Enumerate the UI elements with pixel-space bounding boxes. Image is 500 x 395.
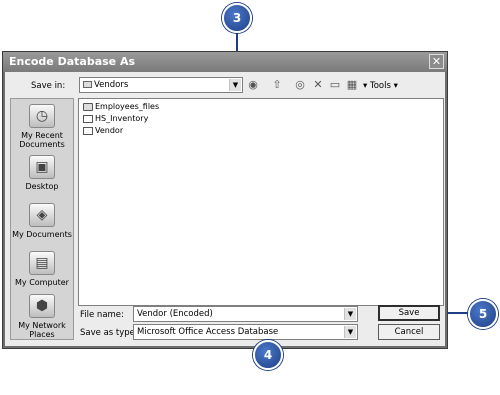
file-name-label: File name: bbox=[80, 310, 124, 320]
place-label: My Computer bbox=[15, 278, 69, 287]
chevron-down-icon[interactable]: ▼ bbox=[344, 326, 356, 338]
file-name: Vendor bbox=[95, 126, 124, 135]
save-in-dropdown[interactable]: Vendors ▼ bbox=[79, 77, 243, 93]
save-in-label: Save in: bbox=[31, 81, 66, 91]
search-web-icon[interactable]: ◎ bbox=[292, 78, 308, 92]
callout-3: 3 bbox=[222, 3, 252, 33]
file-name: Employees_files bbox=[95, 102, 160, 111]
new-folder-icon[interactable]: ▭ bbox=[327, 78, 343, 92]
place-my-recent-documents[interactable]: ◷ My Recent Documents bbox=[11, 104, 73, 149]
network-places-icon: ⬢ bbox=[29, 294, 55, 318]
place-my-network-places[interactable]: ⬢ My Network Places bbox=[11, 294, 73, 339]
database-file-icon bbox=[83, 114, 93, 123]
list-item[interactable]: Employees_files bbox=[83, 102, 159, 113]
my-computer-icon: ▤ bbox=[29, 251, 55, 275]
places-bar: ◷ My Recent Documents ▣ Desktop ◈ My Doc… bbox=[10, 98, 74, 340]
save-as-type-dropdown[interactable]: Microsoft Office Access Database ▼ bbox=[133, 324, 358, 340]
place-label: My Recent Documents bbox=[19, 131, 65, 149]
place-label: My Documents bbox=[12, 230, 72, 239]
close-button[interactable]: ✕ bbox=[429, 54, 444, 69]
place-desktop[interactable]: ▣ Desktop bbox=[11, 155, 73, 191]
up-folder-icon[interactable]: ⇧ bbox=[269, 78, 285, 92]
back-icon[interactable]: ◉ bbox=[245, 78, 261, 92]
recent-documents-icon: ◷ bbox=[29, 104, 55, 128]
file-list[interactable]: Employees_files HS_Inventory Vendor bbox=[78, 98, 444, 306]
place-my-computer[interactable]: ▤ My Computer bbox=[11, 251, 73, 287]
callout-4: 4 bbox=[253, 340, 283, 370]
tools-label: Tools bbox=[369, 81, 391, 91]
callout-5: 5 bbox=[468, 299, 498, 329]
encode-database-dialog: Encode Database As ✕ Save in: Vendors ▼ … bbox=[2, 51, 448, 349]
list-item[interactable]: Vendor bbox=[83, 126, 123, 137]
folder-icon bbox=[83, 81, 92, 88]
save-in-value: Vendors bbox=[94, 80, 129, 90]
list-item[interactable]: HS_Inventory bbox=[83, 114, 148, 125]
place-label: My Network Places bbox=[18, 321, 66, 339]
title-bar: Encode Database As ✕ bbox=[3, 52, 447, 72]
save-button[interactable]: Save bbox=[378, 305, 440, 321]
cancel-button[interactable]: Cancel bbox=[378, 324, 440, 340]
database-file-icon bbox=[83, 126, 93, 135]
tools-menu[interactable]: ▾ Tools ▾ bbox=[363, 81, 398, 91]
place-label: Desktop bbox=[25, 182, 59, 191]
delete-icon[interactable]: ✕ bbox=[310, 78, 326, 92]
my-documents-icon: ◈ bbox=[29, 203, 55, 227]
dialog-title: Encode Database As bbox=[9, 55, 136, 68]
file-name-field[interactable]: Vendor (Encoded) ▼ bbox=[133, 306, 358, 322]
dialog-body: Save in: Vendors ▼ ◉ ⇧ ◎ ✕ ▭ ▦ ▾ Tools ▾… bbox=[5, 72, 445, 346]
file-name: HS_Inventory bbox=[95, 114, 149, 123]
place-my-documents[interactable]: ◈ My Documents bbox=[11, 203, 73, 239]
save-as-type-label: Save as type: bbox=[80, 328, 138, 338]
chevron-down-icon[interactable]: ▼ bbox=[229, 79, 241, 91]
desktop-icon: ▣ bbox=[29, 155, 55, 179]
save-as-type-value: Microsoft Office Access Database bbox=[137, 327, 279, 337]
file-name-value: Vendor (Encoded) bbox=[137, 309, 213, 319]
chevron-down-icon[interactable]: ▼ bbox=[344, 308, 356, 320]
folder-icon bbox=[83, 102, 93, 111]
views-icon[interactable]: ▦ bbox=[344, 78, 360, 92]
